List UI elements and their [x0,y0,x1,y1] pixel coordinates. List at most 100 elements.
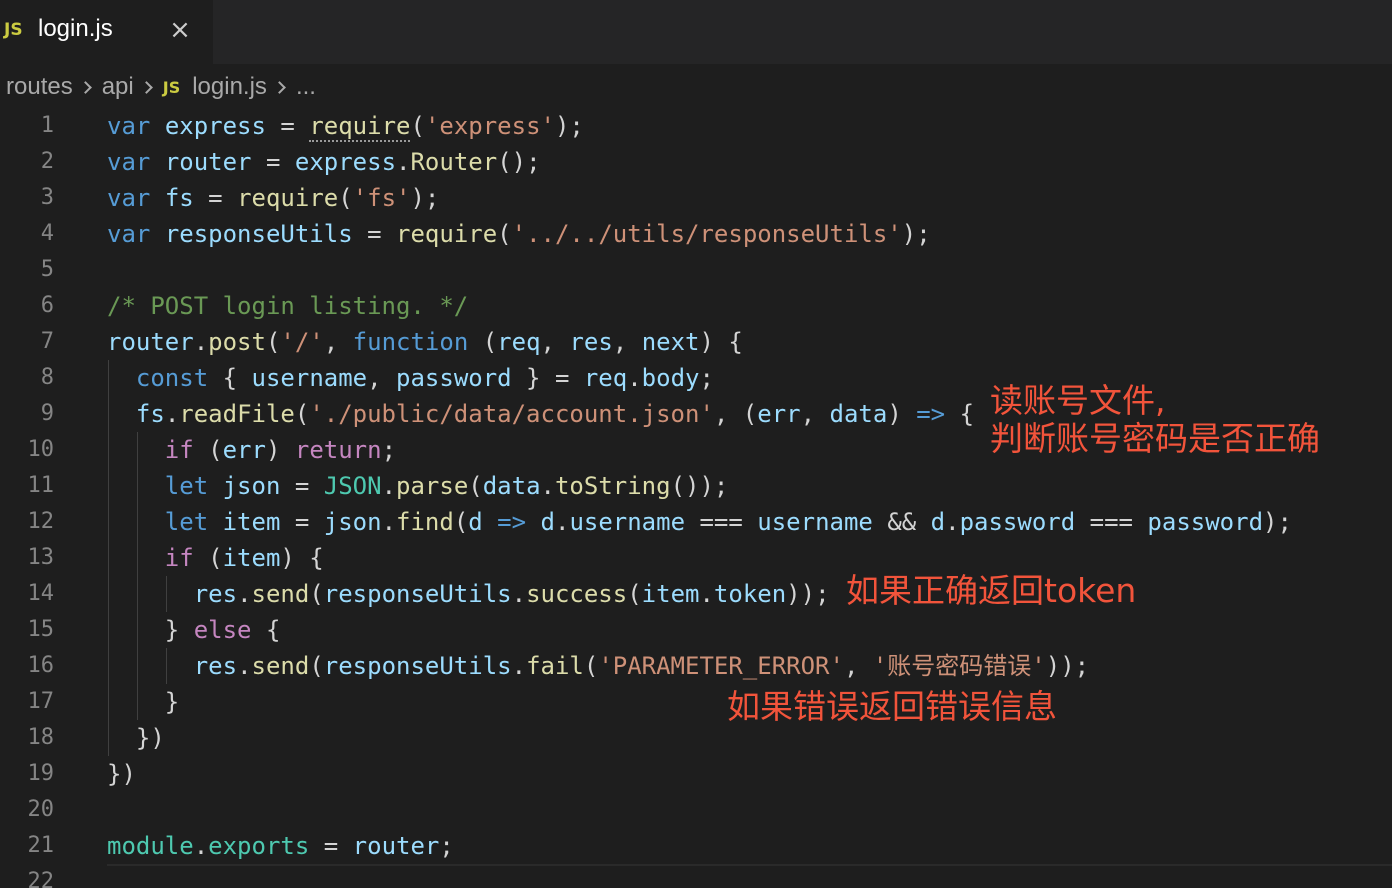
code-token: token [713,580,787,608]
code-line[interactable]: 17 } [0,684,1392,720]
line-number: 6 [40,293,54,318]
code-token: . [540,472,555,500]
code-line[interactable]: 1 var express = require('express'); [0,108,1392,144]
code-token: , ( [713,400,758,428]
code-token: ; [381,436,397,464]
code-line[interactable]: 5 [0,252,1392,288]
code-text[interactable]: router.post('/', function (req, res, nex… [107,324,743,360]
code-token: { [945,400,975,428]
code-token: './public/data/account.json' [309,400,714,428]
code-line[interactable]: 18 }) [0,720,1392,756]
code-token: password [396,364,512,392]
code-token: ) { [280,544,324,572]
code-token: readFile [179,400,295,428]
code-text[interactable]: }) [107,756,136,792]
code-text[interactable]: if (item) { [107,540,324,576]
code-line[interactable]: 16 res.send(responseUtils.fail('PARAMETE… [0,648,1392,684]
code-token: parse [396,472,469,500]
javascript-file-icon: JS [162,77,181,97]
code-text[interactable]: } [107,684,179,720]
code-line[interactable]: 19}) [0,756,1392,792]
code-token: . [627,364,642,392]
code-token: router [352,832,440,860]
code-token: send [251,652,310,680]
code-token: ( [193,436,223,464]
code-token: toString [554,472,671,500]
code-text[interactable]: let json = JSON.parse(data.toString()); [107,468,729,504]
code-line[interactable]: 12 let item = json.find(d => d.username … [0,504,1392,540]
code-text[interactable]: } else { [107,612,281,648]
code-token: ( [338,184,353,212]
code-line[interactable]: 2 var router = express.Router(); [0,144,1392,180]
code-line[interactable]: 6 /* POST login listing. */ [0,288,1392,324]
code-token: var [107,112,151,140]
code-line[interactable]: 20 [0,792,1392,828]
breadcrumb-routes[interactable]: routes [6,73,73,101]
code-token: 'fs' [352,184,411,212]
code-text[interactable]: res.send(responseUtils.success(item.toke… [107,576,830,612]
code-token: ( [453,508,469,536]
code-token: , [540,328,570,356]
code-line[interactable]: 11 let json = JSON.parse(data.toString()… [0,468,1392,504]
code-token: . [554,508,570,536]
breadcrumb-file[interactable]: login.js [192,73,267,101]
code-text[interactable]: fs.readFile('./public/data/account.json'… [107,396,974,432]
code-token: username [569,508,686,536]
code-text[interactable]: res.send(responseUtils.fail('PARAMETER_E… [107,648,1089,684]
code-token: , [367,364,397,392]
code-token: { [208,364,252,392]
code-editor[interactable]: 1 var express = require('express'); 2 var r… [0,108,1392,888]
code-token: return [294,436,382,464]
code-token: router [107,328,194,356]
code-token: data [829,400,888,428]
code-token: = [352,220,397,248]
code-text[interactable]: var fs = require('fs'); [107,180,439,216]
code-line[interactable]: 4 var responseUtils = require('../../util… [0,216,1392,252]
code-line[interactable]: 14 res.send(responseUtils.success(item.t… [0,576,1392,612]
breadcrumb-api[interactable]: api [102,73,134,101]
code-token: responseUtils [323,580,512,608]
code-token: = [251,148,295,176]
code-text[interactable]: const { username, password } = req.body; [107,360,714,396]
javascript-file-icon: JS [4,20,23,40]
code-text[interactable]: module.exports = router; [107,828,454,864]
code-token: send [251,580,310,608]
code-line[interactable]: 21 module.exports = router; [0,828,1392,864]
close-icon[interactable]: × [168,12,192,48]
breadcrumb-symbols[interactable]: ... [296,73,316,101]
code-text[interactable]: let item = json.find(d => d.username ===… [107,504,1292,540]
tab-login-js[interactable]: JS login.js × [0,0,213,64]
code-line[interactable]: 13 if (item) { [0,540,1392,576]
code-text[interactable]: var express = require('express'); [107,108,584,144]
code-token: ); [1263,508,1292,536]
code-token: = [280,508,324,536]
code-token: fs [164,184,194,212]
code-text[interactable]: var responseUtils = require('../../utils… [107,216,931,252]
line-number: 7 [40,329,54,354]
code-line[interactable]: 7 router.post('/', function (req, res, ne… [0,324,1392,360]
line-number: 10 [27,437,55,462]
code-text[interactable]: }) [107,720,165,756]
code-line[interactable]: 22 [0,864,1392,888]
code-token: ); [901,220,931,248]
breadcrumb: routes api JS login.js ... [0,64,1392,110]
code-token: && [872,508,931,536]
code-line[interactable]: 15 } else { [0,612,1392,648]
code-token: item [222,544,281,572]
code-text[interactable]: /* POST login listing. */ [107,288,468,324]
code-token: json [323,508,382,536]
code-token: . [237,580,252,608]
code-token: data [482,472,541,500]
code-line[interactable]: 3 var fs = require('fs'); [0,180,1392,216]
code-token: res [193,580,238,608]
code-text[interactable]: var router = express.Router(); [107,144,541,180]
code-text[interactable]: if (err) return; [107,432,396,468]
line-number: 11 [27,473,55,498]
